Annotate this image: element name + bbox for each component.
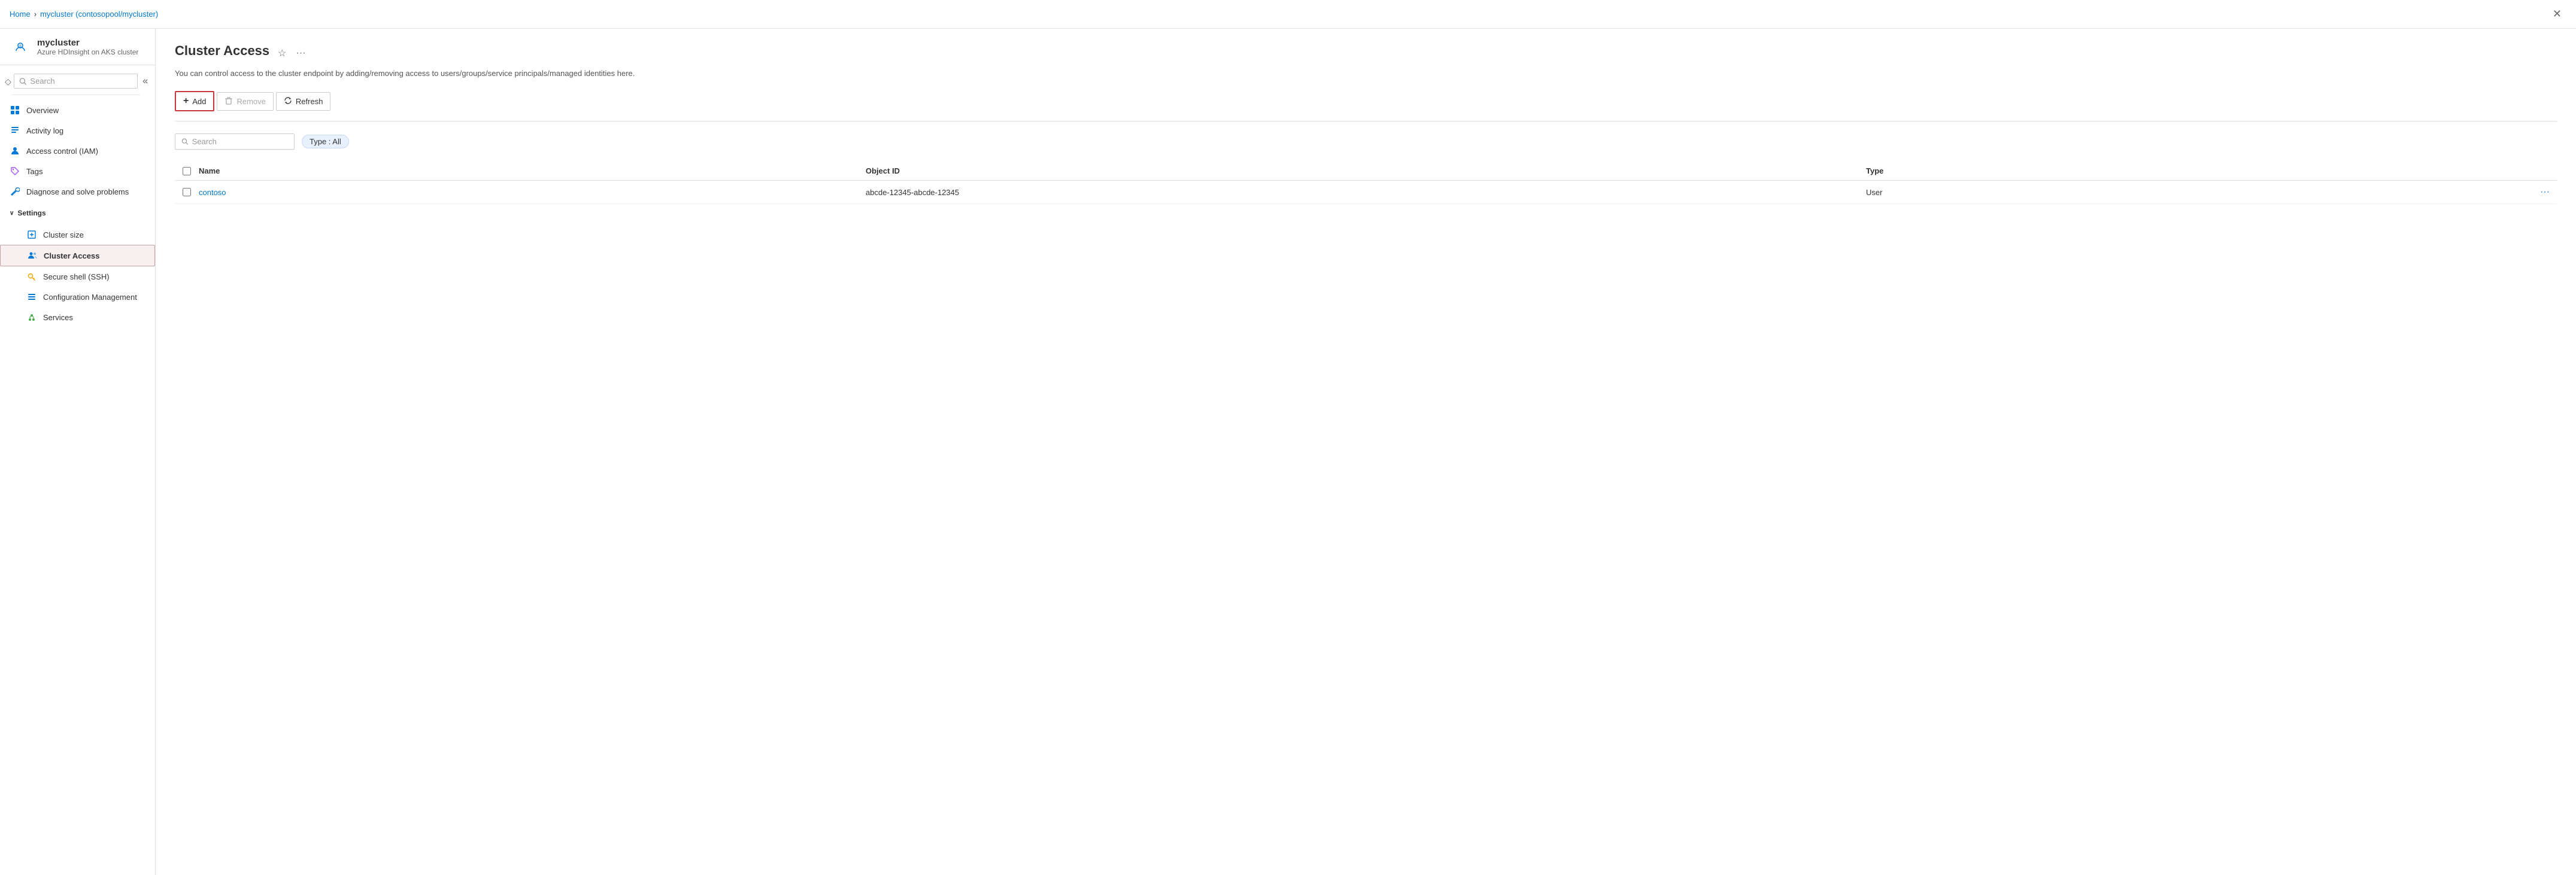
filter-row: Type : All <box>175 133 2557 150</box>
sidebar-item-label: Overview <box>26 106 59 115</box>
data-table: Name Object ID Type contoso abcde-12345-… <box>175 162 2557 204</box>
row-more-options-button[interactable]: ··· <box>2540 187 2550 198</box>
page-description: You can control access to the cluster en… <box>175 68 714 79</box>
sidebar-item-config-mgmt[interactable]: Configuration Management <box>0 287 155 307</box>
sidebar-cluster-name: mycluster <box>37 38 138 48</box>
tag-icon <box>10 166 20 177</box>
person-icon <box>10 145 20 156</box>
wrench-icon <box>10 186 20 197</box>
filter-search-icon <box>181 138 189 145</box>
refresh-button[interactable]: Refresh <box>276 92 331 111</box>
config-icon <box>26 291 37 302</box>
breadcrumb-cluster[interactable]: mycluster (contosopool/mycluster) <box>40 10 158 19</box>
settings-nav-list: Cluster size Cluster Access Secure shell… <box>0 222 155 330</box>
sidebar-item-cluster-access[interactable]: Cluster Access <box>0 245 155 266</box>
column-type-header: Type <box>1866 166 2533 175</box>
column-objectid-header: Object ID <box>866 166 1866 175</box>
sidebar-item-overview[interactable]: Overview <box>0 100 155 120</box>
settings-section-label: Settings <box>17 209 45 217</box>
sidebar-item-label: Diagnose and solve problems <box>26 187 129 196</box>
column-name-header: Name <box>199 166 866 175</box>
trash-icon <box>224 96 233 107</box>
sidebar-item-services[interactable]: Services <box>0 307 155 327</box>
sidebar-item-label: Configuration Management <box>43 293 137 302</box>
plus-icon: + <box>183 96 189 107</box>
sidebar-item-label: Access control (IAM) <box>26 147 98 156</box>
settings-section[interactable]: ∨ Settings <box>0 204 155 222</box>
toolbar: + Add Remove Refresh <box>175 91 2557 121</box>
sidebar-search-container <box>11 68 140 95</box>
table-header: Name Object ID Type <box>175 162 2557 181</box>
select-all-checkbox[interactable] <box>183 167 191 175</box>
pin-button[interactable]: ◇ <box>5 77 11 87</box>
resize-icon <box>26 229 37 240</box>
sidebar-item-access-control[interactable]: Access control (IAM) <box>0 141 155 161</box>
sidebar-collapse-row: ◇ « <box>0 65 155 98</box>
remove-button[interactable]: Remove <box>217 92 273 111</box>
chevron-down-icon: ∨ <box>10 210 14 217</box>
sidebar-search-box[interactable] <box>14 74 138 89</box>
row-checkbox-cell <box>175 188 199 196</box>
row-name[interactable]: contoso <box>199 188 866 197</box>
filter-search-input[interactable] <box>192 137 288 146</box>
table-row: contoso abcde-12345-abcde-12345 User ··· <box>175 181 2557 204</box>
sidebar-item-activity-log[interactable]: Activity log <box>0 120 155 141</box>
header-checkbox-cell <box>175 167 199 175</box>
services-icon <box>26 312 37 323</box>
row-type: User <box>1866 188 2533 197</box>
sidebar-item-diagnose[interactable]: Diagnose and solve problems <box>0 181 155 202</box>
breadcrumb-home[interactable]: Home <box>10 10 31 19</box>
breadcrumb: Home › mycluster (contosopool/mycluster) <box>10 10 2548 19</box>
nav-list: Overview Activity log Access control (IA… <box>0 98 155 204</box>
grid-icon <box>10 105 20 116</box>
main-content: Cluster Access ☆ ··· You can control acc… <box>156 29 2576 875</box>
refresh-icon <box>284 96 292 107</box>
page-header-row: Cluster Access ☆ ··· <box>175 43 2557 63</box>
people-icon <box>27 250 38 261</box>
sidebar-item-ssh[interactable]: Secure shell (SSH) <box>0 266 155 287</box>
sidebar-search-input[interactable] <box>30 77 132 86</box>
sidebar-item-label: Cluster Access <box>44 251 99 260</box>
type-filter-badge[interactable]: Type : All <box>302 135 349 148</box>
row-objectid: abcde-12345-abcde-12345 <box>866 188 1866 197</box>
refresh-label: Refresh <box>296 97 323 106</box>
sidebar: mycluster Azure HDInsight on AKS cluster… <box>0 29 156 875</box>
sidebar-item-label: Secure shell (SSH) <box>43 272 110 281</box>
sidebar-item-cluster-size[interactable]: Cluster size <box>0 224 155 245</box>
sidebar-item-label: Services <box>43 313 73 322</box>
row-checkbox[interactable] <box>183 188 191 196</box>
close-button[interactable]: ✕ <box>2548 5 2566 23</box>
sidebar-item-label: Cluster size <box>43 230 84 239</box>
top-bar: Home › mycluster (contosopool/mycluster)… <box>0 0 2576 29</box>
favorite-button[interactable]: ☆ <box>277 46 287 60</box>
filter-search-box[interactable] <box>175 133 295 150</box>
header-actions: ☆ ··· <box>277 46 307 60</box>
sidebar-item-label: Tags <box>26 167 43 176</box>
key-icon <box>26 271 37 282</box>
cluster-icon <box>10 36 31 57</box>
sidebar-cluster-subtitle: Azure HDInsight on AKS cluster <box>37 48 138 56</box>
sidebar-item-label: Activity log <box>26 126 63 135</box>
remove-label: Remove <box>236 97 265 106</box>
add-label: Add <box>192 97 206 106</box>
add-button[interactable]: + Add <box>175 91 214 111</box>
list-icon <box>10 125 20 136</box>
collapse-button[interactable]: « <box>140 75 150 88</box>
search-icon <box>19 77 27 86</box>
sidebar-item-tags[interactable]: Tags <box>0 161 155 181</box>
row-actions-cell: ··· <box>2533 187 2557 198</box>
layout: mycluster Azure HDInsight on AKS cluster… <box>0 29 2576 875</box>
more-options-button[interactable]: ··· <box>295 47 307 60</box>
page-title: Cluster Access <box>175 43 269 59</box>
sidebar-header: mycluster Azure HDInsight on AKS cluster <box>0 29 155 65</box>
